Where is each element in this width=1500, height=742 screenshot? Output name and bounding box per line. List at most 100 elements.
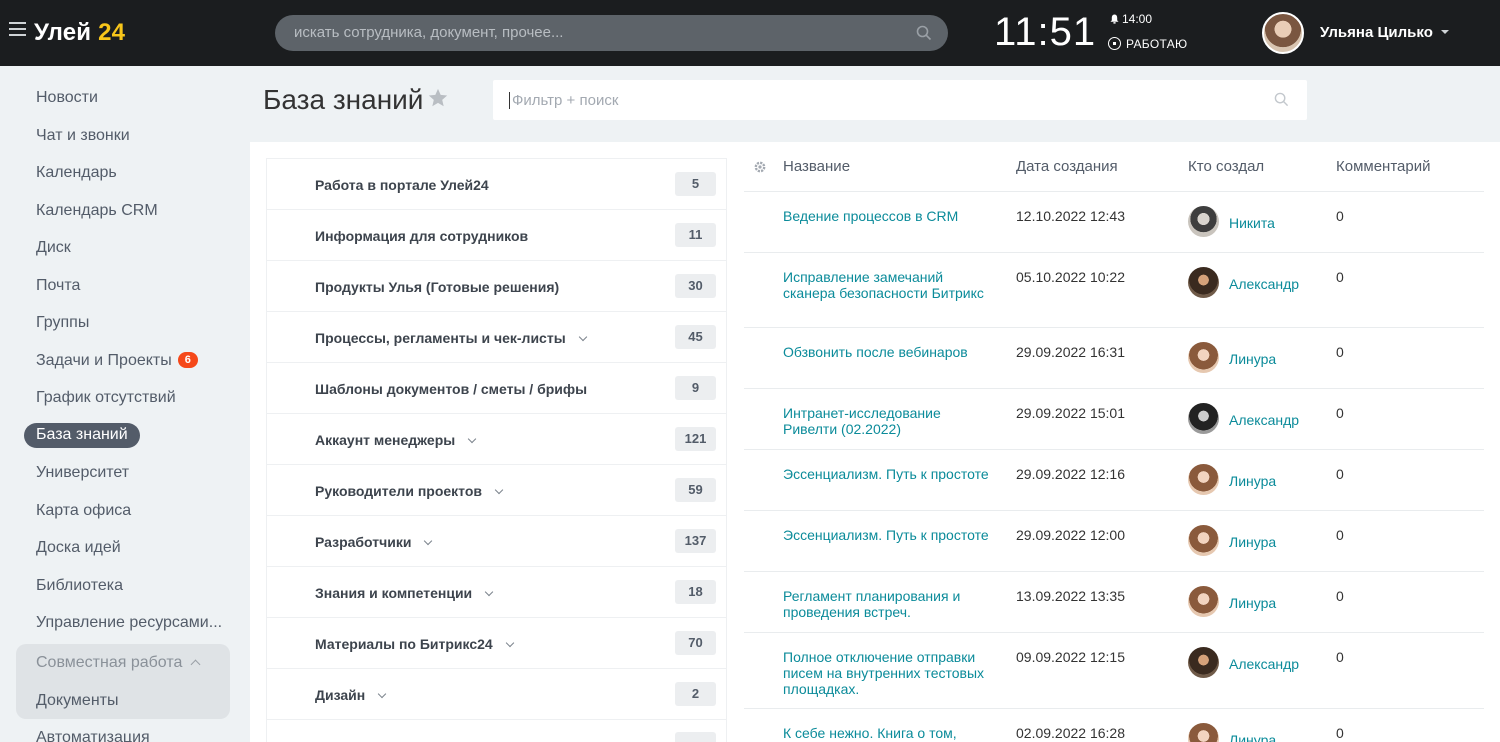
main-content: Работа в портале Улей24 5 Информация для …	[250, 142, 1500, 742]
sidebar-item-crm-calendar[interactable]: Календарь CRM	[36, 202, 158, 220]
category-count	[675, 732, 716, 742]
article-title-link[interactable]: Исправление замечаний сканера безопаснос…	[783, 269, 998, 301]
page-title-text: База знаний	[263, 84, 424, 115]
sidebar-item-library[interactable]: Библиотека	[36, 577, 123, 595]
sidebar-item-disk[interactable]: Диск	[36, 239, 71, 257]
sidebar-item-calendar[interactable]: Календарь	[36, 164, 117, 182]
article-title-link[interactable]: Регламент планирования и проведения встр…	[783, 588, 998, 620]
sidebar-item-automation[interactable]: Автоматизация	[36, 729, 150, 742]
chevron-down-icon[interactable]	[494, 485, 504, 495]
category-row[interactable]: Шаблоны документов / сметы / брифы 9	[267, 363, 726, 414]
user-avatar[interactable]	[1262, 12, 1304, 54]
author-name: Линура	[1229, 473, 1277, 489]
category-row[interactable]: Информация для сотрудников 11	[267, 210, 726, 261]
chevron-down-icon[interactable]	[467, 434, 477, 444]
sidebar-item-tasks[interactable]: Задачи и Проекты 6	[36, 352, 198, 370]
chevron-down-icon[interactable]	[424, 536, 433, 546]
sidebar-item-chat[interactable]: Чат и звонки	[36, 127, 130, 145]
category-name: Разработчики	[315, 534, 433, 550]
category-count: 9	[675, 376, 716, 400]
article-title-link[interactable]: Полное отключение отправки писем на внут…	[783, 649, 998, 697]
author-name: Линура	[1229, 351, 1277, 367]
category-name: Процессы, регламенты и чек-листы	[315, 330, 587, 346]
avatar	[1188, 647, 1219, 678]
table-row: Полное отключение отправки писем на внут…	[744, 632, 1484, 708]
chevron-down-icon[interactable]	[578, 332, 587, 342]
article-title-link[interactable]: Обзвонить после вебинаров	[783, 344, 998, 360]
comment-count: 0	[1336, 725, 1344, 741]
sidebar-item-documents[interactable]: Документы	[36, 692, 118, 710]
article-title-link[interactable]: Эссенциализм. Путь к простоте	[783, 466, 998, 482]
menu-icon[interactable]	[9, 22, 26, 36]
article-title-link[interactable]: Эссенциализм. Путь к простоте	[783, 527, 998, 543]
category-name: Работа в портале Улей24	[315, 177, 489, 193]
comment-count: 0	[1336, 208, 1344, 224]
sidebar-item-office-map[interactable]: Карта офиса	[36, 502, 131, 520]
category-row[interactable]	[267, 720, 726, 742]
sidebar-item-absence[interactable]: График отсутствий	[36, 389, 176, 407]
article-title-link[interactable]: Интранет-исследование Ривелти (02.2022)	[783, 405, 998, 437]
article-title-link[interactable]: Ведение процессов в CRM	[783, 208, 998, 224]
avatar	[1188, 586, 1219, 617]
avatar	[1188, 403, 1219, 434]
caret-down-icon	[1440, 30, 1449, 34]
category-row[interactable]: Руководители проектов 59	[267, 465, 726, 516]
category-count: 5	[675, 172, 716, 196]
table-row: К себе нежно. Книга о том, 02.09.2022 16…	[744, 708, 1484, 742]
search-icon[interactable]	[1274, 92, 1289, 107]
author-name: Никита	[1229, 215, 1275, 231]
comment-count: 0	[1336, 344, 1344, 360]
work-status-label: РАБОТАЮ	[1126, 37, 1188, 51]
column-header-author[interactable]: Кто создал	[1188, 158, 1264, 175]
sidebar-item-university[interactable]: Университет	[36, 464, 129, 482]
category-row[interactable]: Разработчики 137	[267, 516, 726, 567]
chevron-down-icon[interactable]	[484, 587, 494, 597]
left-sidebar: Новости Чат и звонки Календарь Календарь…	[0, 66, 250, 742]
column-header-title[interactable]: Название	[783, 158, 850, 175]
column-header-comments[interactable]: Комментарий	[1336, 158, 1430, 175]
alarm-reminder[interactable]: 14:00	[1110, 12, 1152, 26]
chevron-down-icon[interactable]	[377, 689, 387, 699]
logo-number: 24	[98, 19, 126, 46]
table-row: Интранет-исследование Ривелти (02.2022) …	[744, 388, 1484, 449]
category-count: 30	[675, 274, 716, 298]
article-title-link[interactable]: К себе нежно. Книга о том,	[783, 725, 998, 741]
comment-count: 0	[1336, 588, 1344, 604]
logo[interactable]: Улей 24	[34, 19, 125, 47]
chevron-down-icon[interactable]	[505, 638, 514, 648]
category-count: 11	[675, 223, 716, 247]
sidebar-item-mail[interactable]: Почта	[36, 277, 80, 295]
search-icon[interactable]	[916, 25, 932, 41]
sidebar-item-resources[interactable]: Управление ресурсами...	[36, 614, 222, 632]
avatar	[1188, 525, 1219, 556]
category-name-text: Процессы, регламенты и чек-листы	[315, 330, 566, 346]
sidebar-item-groups[interactable]: Группы	[36, 314, 89, 332]
comment-count: 0	[1336, 269, 1344, 285]
sidebar-item-ideas[interactable]: Доска идей	[36, 539, 121, 557]
category-row[interactable]: Дизайн 2	[267, 669, 726, 720]
sidebar-item-knowledge-base[interactable]: База знаний	[24, 423, 140, 448]
user-menu[interactable]: Ульяна Цилько	[1320, 24, 1449, 41]
star-icon[interactable]	[427, 87, 449, 109]
category-name-text: Разработчики	[315, 534, 412, 550]
sidebar-group-toggle[interactable]: Совместная работа	[36, 654, 201, 672]
category-name: Шаблоны документов / сметы / брифы	[315, 381, 588, 397]
avatar	[1188, 267, 1219, 298]
category-row[interactable]: Знания и компетенции 18	[267, 567, 726, 618]
global-search-input[interactable]	[294, 24, 894, 41]
article-date: 05.10.2022 10:22	[1016, 269, 1125, 285]
article-date: 12.10.2022 12:43	[1016, 208, 1125, 224]
sidebar-group-label: Совместная работа	[36, 654, 183, 671]
clock: 11:51	[994, 10, 1097, 54]
category-row[interactable]: Материалы по Битрикс24 70	[267, 618, 726, 669]
category-row[interactable]: Работа в портале Улей24 5	[267, 159, 726, 210]
sidebar-item-news[interactable]: Новости	[36, 89, 98, 107]
category-row[interactable]: Процессы, регламенты и чек-листы 45	[267, 312, 726, 363]
category-row[interactable]: Продукты Улья (Готовые решения) 30	[267, 261, 726, 312]
gear-icon[interactable]	[753, 160, 767, 174]
work-status-button[interactable]: РАБОТАЮ	[1108, 37, 1187, 51]
category-row[interactable]: Аккаунт менеджеры 121	[267, 414, 726, 465]
table-row: Эссенциализм. Путь к простоте 29.09.2022…	[744, 510, 1484, 571]
column-header-date[interactable]: Дата создания	[1016, 158, 1118, 175]
filter-search-input[interactable]	[509, 92, 1209, 109]
